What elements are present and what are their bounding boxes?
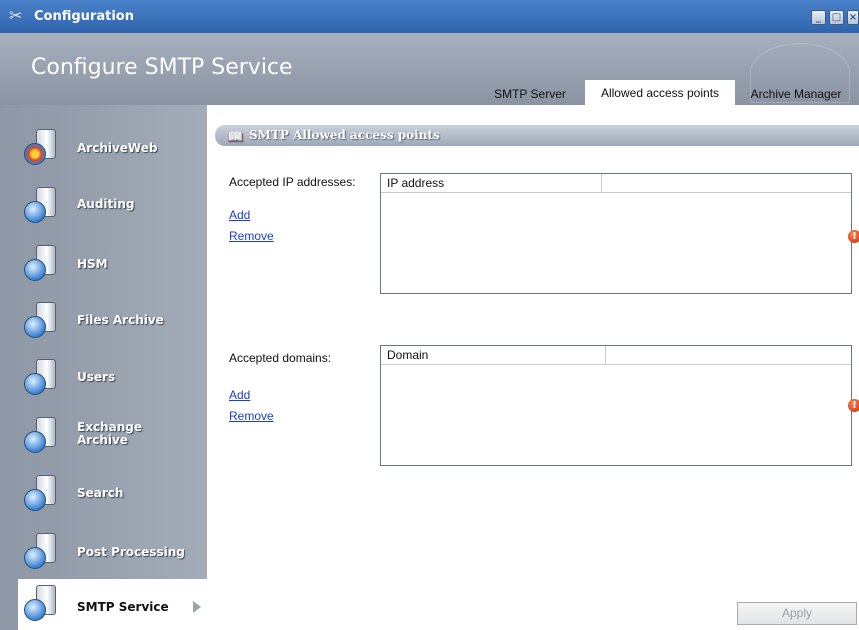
sidebar-item-label: Users <box>77 370 116 384</box>
hsm-icon <box>22 245 62 285</box>
empty-column-header <box>606 346 851 365</box>
error-icon: ! <box>848 399 859 412</box>
sidebar-item-exchange-archive[interactable]: Exchange Archive <box>0 407 207 463</box>
remove-ip-link[interactable]: Remove <box>229 229 274 243</box>
sidebar-item-label: Search <box>77 486 124 500</box>
sidebar-item-hsm[interactable]: HSM <box>0 235 207 291</box>
sidebar-item-search[interactable]: Search <box>0 465 207 521</box>
empty-column-header <box>602 174 851 193</box>
files-archive-icon <box>22 302 62 342</box>
sidebar-item-label: Auditing <box>77 197 135 211</box>
sidebar-item-label: Post Processing <box>77 545 185 559</box>
main-panel: 📖 SMTP Allowed access points Accepted IP… <box>207 105 859 630</box>
domain-column-header[interactable]: Domain <box>381 346 606 365</box>
smtp-service-icon <box>22 585 62 625</box>
ip-addresses-label: Accepted IP addresses: <box>229 175 356 189</box>
maximize-button[interactable]: □ <box>829 10 844 25</box>
post-processing-icon <box>22 533 62 573</box>
sidebar-item-label-line2: Archive <box>77 433 128 447</box>
sidebar-item-post-processing[interactable]: Post Processing <box>0 523 207 579</box>
minimize-button[interactable]: _ <box>811 10 826 25</box>
sidebar: ArchiveWeb Auditing HSM Files Archive Us… <box>0 105 207 630</box>
sidebar-item-label: ArchiveWeb <box>77 141 158 155</box>
window-titlebar: ✂ Configuration _ □ × <box>0 0 859 33</box>
search-icon <box>22 475 62 515</box>
remove-domain-link[interactable]: Remove <box>229 409 274 423</box>
tab-archive-manager[interactable]: Archive Manager <box>740 83 852 105</box>
group-header: 📖 SMTP Allowed access points <box>215 125 859 146</box>
error-icon: ! <box>848 230 859 243</box>
sidebar-item-users[interactable]: Users <box>0 349 207 405</box>
users-icon <box>22 359 62 399</box>
add-ip-link[interactable]: Add <box>229 208 250 222</box>
domain-list[interactable]: Domain <box>380 345 852 466</box>
tools-icon: ✂ <box>9 6 23 25</box>
ip-address-list[interactable]: IP address <box>380 173 852 294</box>
domains-label: Accepted domains: <box>229 351 332 365</box>
page-title: Configure SMTP Service <box>31 55 293 80</box>
tab-allowed-access-points[interactable]: Allowed access points <box>585 80 735 105</box>
window-title: Configuration <box>34 9 134 24</box>
book-icon: 📖 <box>227 130 244 145</box>
group-title: SMTP Allowed access points <box>249 128 440 142</box>
sidebar-item-label: HSM <box>77 257 108 271</box>
exchange-archive-icon <box>22 417 62 457</box>
sidebar-item-label: SMTP Service <box>77 600 169 614</box>
add-domain-link[interactable]: Add <box>229 388 250 402</box>
close-button[interactable]: × <box>847 10 859 25</box>
tab-smtp-server[interactable]: SMTP Server <box>484 83 576 105</box>
sidebar-item-archiveweb[interactable]: ArchiveWeb <box>0 119 207 175</box>
chevron-right-icon <box>193 601 201 613</box>
sidebar-item-auditing[interactable]: Auditing <box>0 177 207 233</box>
ip-address-column-header[interactable]: IP address <box>381 174 602 193</box>
page-header: Configure SMTP Service SMTP Server Allow… <box>0 33 859 105</box>
sidebar-item-files-archive[interactable]: Files Archive <box>0 292 207 348</box>
auditing-icon <box>22 187 62 227</box>
sidebar-item-smtp-service[interactable]: SMTP Service <box>18 579 207 630</box>
sidebar-item-label: Files Archive <box>77 313 164 327</box>
archiveweb-icon <box>22 129 62 169</box>
apply-button[interactable]: Apply <box>737 602 857 625</box>
